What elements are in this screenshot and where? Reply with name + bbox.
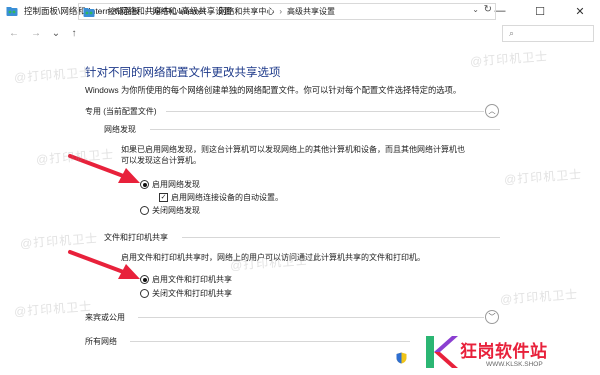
breadcrumb-separator: › <box>279 7 283 16</box>
option-enable-file-printer-sharing[interactable]: 启用文件和打印机共享 <box>140 274 232 285</box>
breadcrumb-separator: › <box>100 7 103 16</box>
collapse-private-button[interactable]: ︿ <box>485 104 499 118</box>
main-content: 针对不同的网络配置文件更改共享选项 Windows 为你所使用的每个网络创建单独… <box>0 44 600 375</box>
back-button[interactable]: ← <box>6 25 22 41</box>
expand-guest-button[interactable]: ﹀ <box>485 310 499 324</box>
recent-locations-button[interactable]: ⌄ <box>48 25 64 41</box>
search-icon: ⌕ <box>509 28 515 38</box>
option-disable-network-discovery[interactable]: 关闭网络发现 <box>140 205 200 216</box>
breadcrumb-network-sharing-center[interactable]: 网络和共享中心 <box>218 6 274 17</box>
network-discovery-title: 网络发现 <box>104 125 136 134</box>
logo-url: WWW.KLSK.SHOP <box>486 361 543 368</box>
breadcrumb-network-internet[interactable]: 网络和 Internet <box>152 6 205 17</box>
network-folder-icon <box>6 5 18 17</box>
breadcrumb-advanced-sharing[interactable]: 高级共享设置 <box>287 6 335 17</box>
page-title: 针对不同的网络配置文件更改共享选项 <box>85 67 281 79</box>
option-disable-file-printer-sharing[interactable]: 关闭文件和打印机共享 <box>140 288 232 299</box>
section-divider <box>138 317 484 318</box>
radio-disable-file-printer-sharing[interactable] <box>140 289 149 298</box>
network-discovery-paragraph: 如果已启用网络发现，则这台计算机可以发现网络上的其他计算机和设备，而且其他网络计… <box>121 145 465 165</box>
radio-disable-network-discovery[interactable] <box>140 206 149 215</box>
checkbox-auto-setup[interactable]: ✓ <box>159 193 168 202</box>
address-dropdown-button[interactable]: ⌄ <box>472 5 479 14</box>
logo-k-icon <box>426 336 458 368</box>
uac-shield-icon <box>396 352 407 364</box>
refresh-icon[interactable]: ↻ <box>484 4 492 15</box>
option-enable-network-discovery[interactable]: 启用网络发现 <box>140 179 200 190</box>
section-divider <box>182 237 500 238</box>
address-bar[interactable]: › 控制面板 › 网络和 Internet › 网络和共享中心 › 高级共享设置… <box>78 3 496 20</box>
page-description: Windows 为你所使用的每个网络创建单独的网络配置文件。你可以针对每个配置文… <box>85 85 462 95</box>
section-divider <box>130 341 410 342</box>
option-auto-setup[interactable]: ✓ 启用网络连接设备的自动设置。 <box>159 192 283 203</box>
file-printer-sharing-title: 文件和打印机共享 <box>104 233 168 242</box>
section-divider <box>150 129 500 130</box>
network-folder-icon <box>83 6 95 18</box>
maximize-button[interactable]: ☐ <box>520 0 560 22</box>
breadcrumb-separator: › <box>210 7 214 16</box>
profile-private-title[interactable]: 专用 (当前配置文件) <box>85 106 157 117</box>
site-logo: 狂岗软件站 WWW.KLSK.SHOP <box>422 330 600 375</box>
section-divider <box>166 111 484 112</box>
search-input[interactable]: ⌕ <box>502 25 594 42</box>
up-button[interactable]: ↑ <box>66 25 82 41</box>
logo-name: 狂岗软件站 <box>460 342 548 361</box>
forward-button[interactable]: → <box>28 25 44 41</box>
breadcrumb-separator: › <box>144 7 148 16</box>
red-arrow-annotation <box>68 250 140 279</box>
breadcrumb-control-panel[interactable]: 控制面板 <box>108 6 140 17</box>
close-button[interactable]: ✕ <box>560 0 600 22</box>
profile-all-title[interactable]: 所有网络 <box>85 336 117 347</box>
